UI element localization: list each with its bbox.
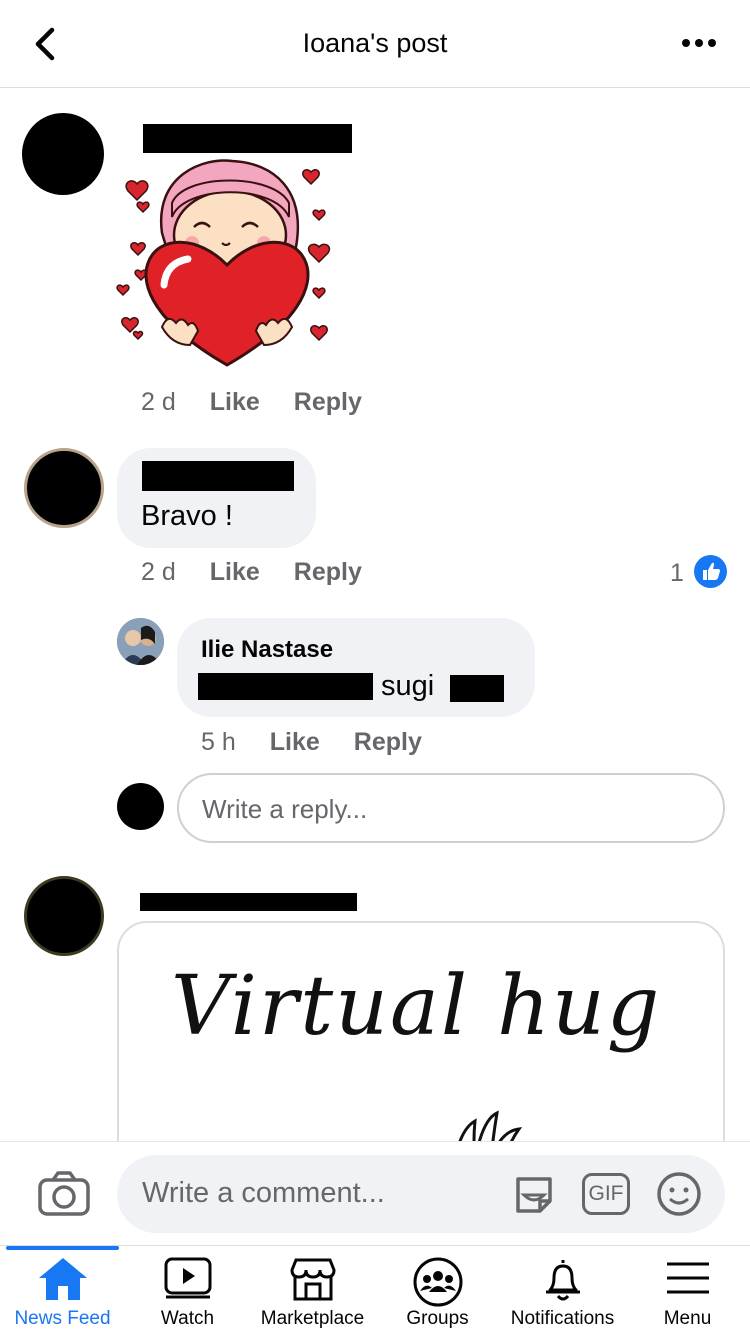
comment-text: Bravo ! [141, 500, 233, 532]
redacted-mention [198, 673, 373, 700]
hamburger-menu-icon [666, 1262, 709, 1294]
reaction-count: 1 [670, 559, 684, 587]
bell-icon [545, 1260, 580, 1301]
home-icon [38, 1258, 87, 1300]
tab-label: Marketplace [260, 1308, 365, 1329]
avatar[interactable] [24, 448, 104, 528]
tab-label: Groups [406, 1308, 469, 1329]
camera-icon[interactable] [37, 1170, 91, 1218]
sticker-icon[interactable] [510, 1171, 558, 1219]
avatar[interactable] [117, 618, 164, 665]
virtual-hug-text: Virtual hug [171, 959, 662, 1054]
comment-actions: 2 d Like Reply [141, 388, 362, 417]
redacted-name [143, 124, 352, 153]
tab-label: Watch [160, 1308, 215, 1329]
like-button[interactable]: Like [210, 558, 260, 586]
video-icon [164, 1257, 211, 1299]
tab-label: News Feed [14, 1308, 111, 1329]
reply-button[interactable]: Reply [294, 388, 362, 416]
avatar[interactable] [24, 876, 104, 956]
like-reaction-icon [694, 555, 727, 588]
avatar [117, 783, 164, 830]
redacted-word [450, 675, 504, 702]
bottom-tab-bar: News Feed Watch Marketplace Groups Notif… [0, 1245, 750, 1334]
page-title: Ioana's post [302, 28, 448, 58]
avatar[interactable] [22, 113, 104, 195]
tab-groups[interactable]: Groups [375, 1246, 500, 1335]
virtual-hug-image[interactable]: Virtual hug [117, 921, 725, 1141]
tab-marketplace[interactable]: Marketplace [250, 1246, 375, 1335]
reply-timestamp: 5 h [201, 728, 236, 756]
reply-bubble[interactable]: Ilie Nastase sugi [177, 618, 535, 717]
comment-timestamp: 2 d [141, 388, 176, 416]
comments-feed[interactable]: 2 d Like Reply Bravo ! 2 d Like Reply 1 Ilie… [0, 89, 750, 1141]
reply-button[interactable]: Reply [294, 558, 362, 586]
comment-composer: Write a comment... GIF [0, 1141, 750, 1245]
top-bar: Ioana's post [0, 0, 750, 88]
tab-watch[interactable]: Watch [125, 1246, 250, 1335]
tab-notifications[interactable]: Notifications [500, 1246, 625, 1335]
reply-actions: 5 h Like Reply [201, 728, 422, 757]
redacted-name [142, 461, 294, 491]
gif-button[interactable]: GIF [582, 1173, 630, 1215]
groups-icon [413, 1257, 462, 1307]
comment-input[interactable]: Write a comment... GIF [117, 1155, 725, 1233]
emoji-icon[interactable] [656, 1171, 702, 1217]
storefront-icon [289, 1258, 336, 1301]
like-button[interactable]: Like [270, 728, 320, 756]
reply-text: sugi [381, 670, 435, 702]
tab-menu[interactable]: Menu [625, 1246, 750, 1335]
like-button[interactable]: Like [210, 388, 260, 416]
tab-news-feed[interactable]: News Feed [0, 1246, 125, 1335]
comment-actions: 2 d Like Reply [141, 558, 362, 587]
comment-timestamp: 2 d [141, 558, 176, 586]
comment-placeholder: Write a comment... [142, 1177, 385, 1209]
heart-girl-sticker [114, 155, 344, 385]
tab-label: Menu [663, 1308, 712, 1329]
tab-label: Notifications [510, 1308, 615, 1329]
comment-bubble[interactable]: Bravo ! [117, 448, 316, 548]
more-options-icon[interactable] [680, 28, 720, 58]
hug-flower-icon [445, 1099, 525, 1141]
redacted-name [140, 893, 357, 911]
reply-author[interactable]: Ilie Nastase [201, 636, 333, 664]
reply-button[interactable]: Reply [354, 728, 422, 756]
reply-input[interactable]: Write a reply... [177, 773, 725, 843]
